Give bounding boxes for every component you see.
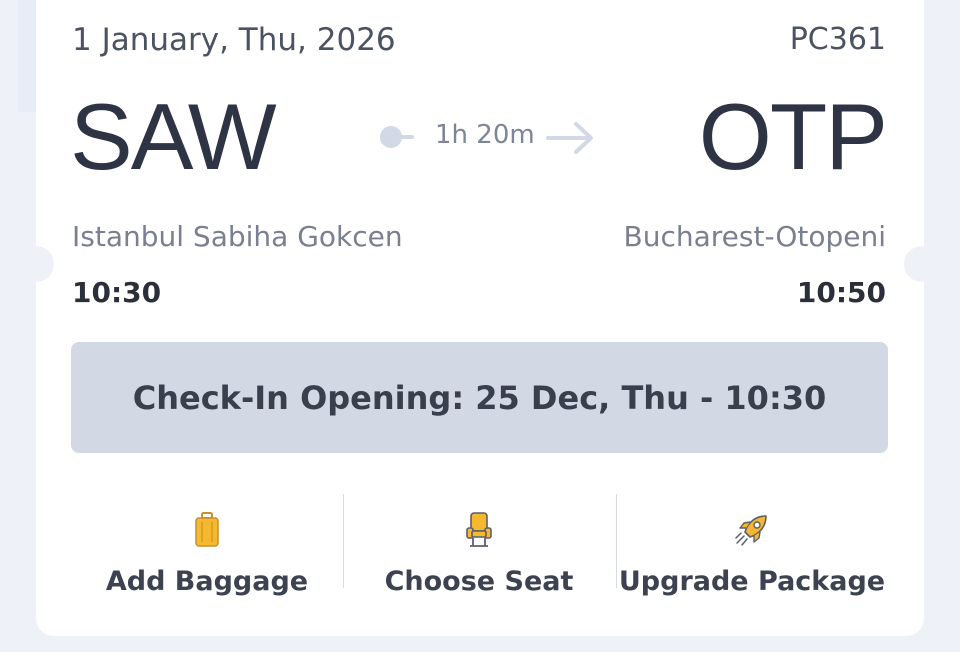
seat-icon: [466, 512, 492, 547]
ticket-notch-left: [18, 246, 54, 282]
destination-code: OTP: [698, 84, 888, 189]
choose-seat-button[interactable]: Choose Seat: [343, 492, 615, 602]
baggage-icon: [195, 512, 219, 547]
route-origin-dot: [380, 126, 402, 148]
background-card-edge: [18, 0, 36, 112]
choose-seat-label: Choose Seat: [384, 566, 574, 597]
departure-time: 10:30: [72, 276, 162, 309]
ticket-notch-right: [904, 246, 940, 282]
upgrade-package-label: Upgrade Package: [618, 566, 886, 597]
checkin-opening-text: Check-In Opening: 25 Dec, Thu - 10:30: [132, 378, 827, 417]
flight-duration: 1h 20m: [435, 120, 535, 150]
flight-actions: Add Baggage Choose Seat Upgrade Package: [71, 492, 888, 602]
arrival-time: 10:50: [796, 276, 886, 309]
checkin-opening-banner: Check-In Opening: 25 Dec, Thu - 10:30: [71, 342, 888, 453]
add-baggage-button[interactable]: Add Baggage: [71, 492, 343, 602]
flight-date: 1 January, Thu, 2026: [72, 22, 396, 58]
origin-code: SAW: [70, 84, 277, 189]
upgrade-package-button[interactable]: Upgrade Package: [616, 492, 888, 602]
add-baggage-label: Add Baggage: [105, 566, 309, 597]
flight-number: PC361: [789, 22, 886, 57]
origin-city: Istanbul Sabiha Gokcen: [72, 220, 403, 253]
route-indicator: 1h 20m: [378, 118, 598, 158]
destination-city: Bucharest-Otopeni: [623, 220, 887, 253]
route-line: [400, 135, 414, 139]
rocket-icon: [735, 515, 767, 546]
arrow-right-icon: [546, 122, 593, 154]
